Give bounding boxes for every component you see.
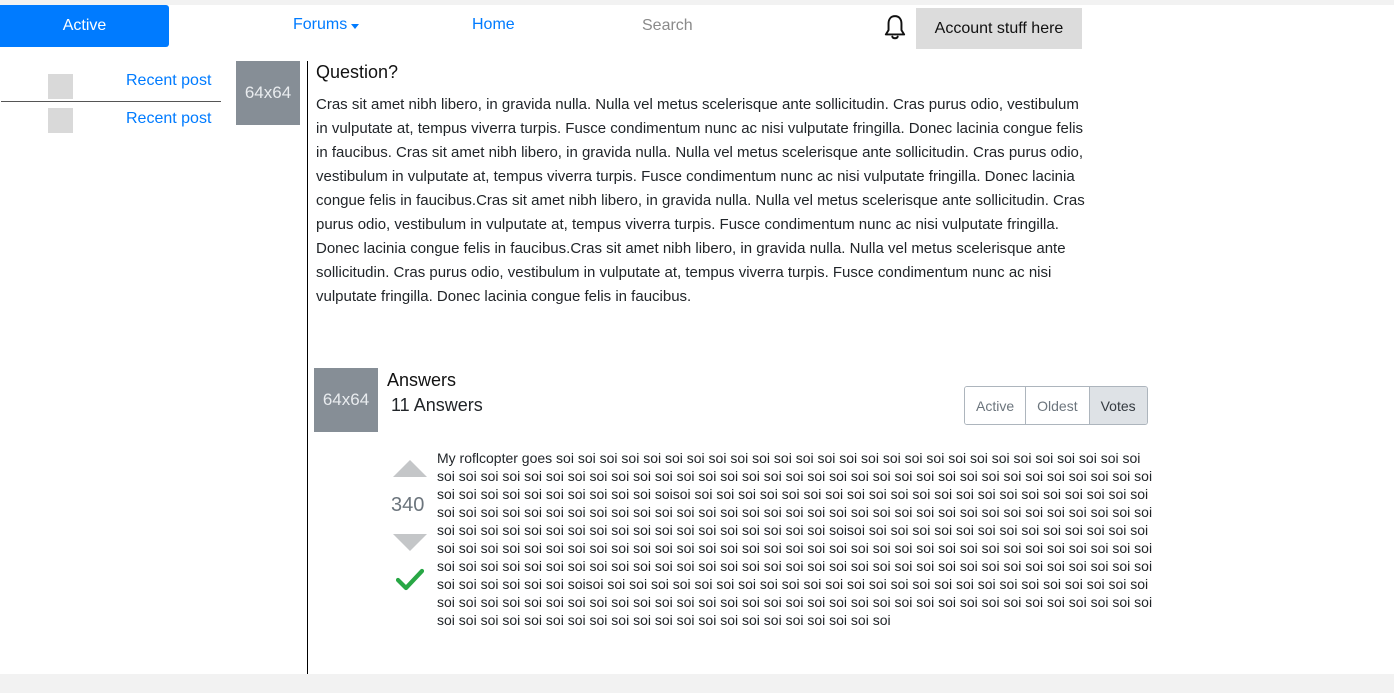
question-avatar: 64x64: [236, 61, 300, 125]
caret-down-icon: [351, 23, 360, 29]
content-divider: [307, 61, 308, 674]
question-title: Question?: [316, 62, 399, 82]
top-strip: [0, 0, 1394, 5]
sidebar-thumbnail: [48, 74, 73, 99]
search-input[interactable]: [642, 12, 842, 40]
sort-active-button[interactable]: Active: [965, 387, 1027, 424]
sidebar-divider: [1, 101, 221, 102]
sort-oldest-button[interactable]: Oldest: [1026, 387, 1090, 424]
account-button[interactable]: Account stuff here: [916, 8, 1082, 49]
sort-votes-button[interactable]: Votes: [1089, 387, 1147, 424]
vote-count: 340: [391, 494, 425, 516]
sidebar-item[interactable]: Recent post: [0, 108, 221, 144]
nav-forums-dropdown[interactable]: Forums: [293, 16, 360, 34]
downvote-arrow-icon[interactable]: [393, 534, 427, 551]
accepted-check-icon: [396, 568, 424, 591]
answers-count: 11 Answers: [391, 395, 483, 415]
answer-sort-group: Active Oldest Votes: [964, 386, 1148, 425]
bell-icon[interactable]: [882, 14, 908, 42]
answer-body: My roflcopter goes soi soi soi soi soi s…: [437, 450, 1153, 628]
sidebar-item-link[interactable]: Recent post: [126, 72, 211, 90]
sidebar-item-link[interactable]: Recent post: [126, 110, 211, 128]
nav-active-button[interactable]: Active: [0, 5, 169, 47]
bottom-strip: [0, 674, 1394, 693]
question-body: Cras sit amet nibh libero, in gravida nu…: [316, 96, 1085, 305]
answers-title: Answers: [387, 370, 457, 390]
nav-forums-label: Forums: [293, 16, 348, 33]
sidebar-thumbnail: [48, 108, 73, 133]
answers-avatar: 64x64: [314, 368, 378, 432]
upvote-arrow-icon[interactable]: [393, 460, 427, 477]
nav-home-link[interactable]: Home: [472, 16, 515, 34]
